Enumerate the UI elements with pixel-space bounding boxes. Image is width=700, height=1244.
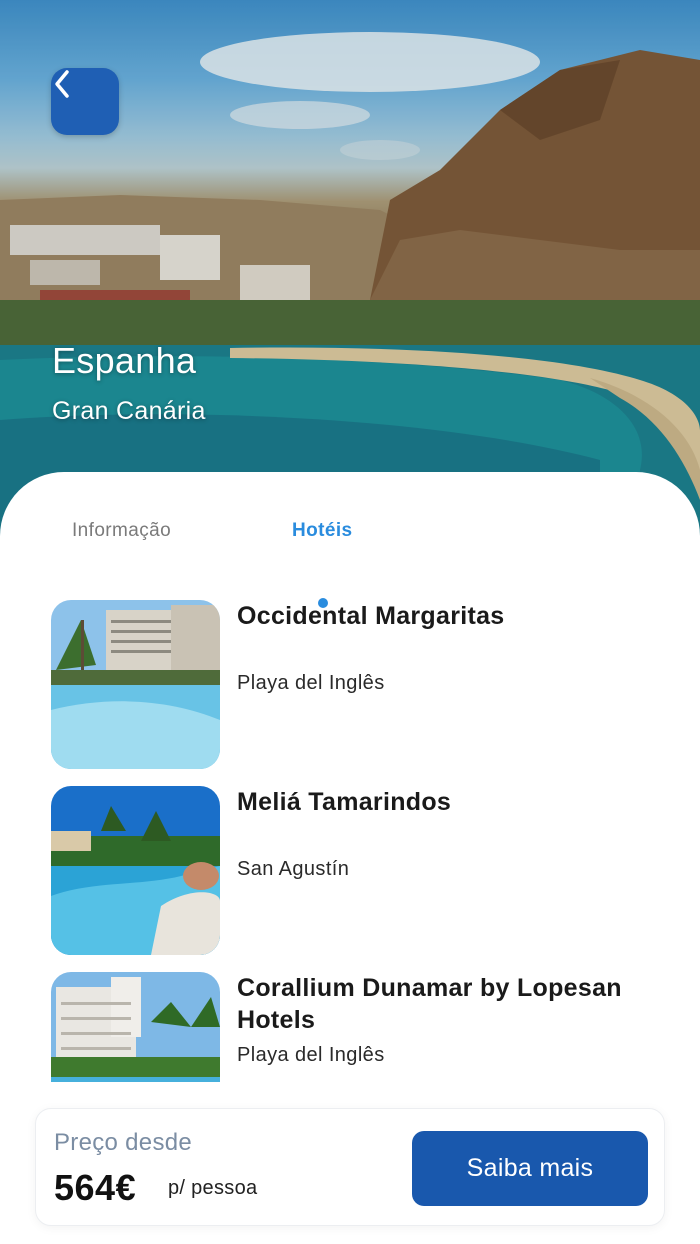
saiba-mais-button[interactable]: Saiba mais — [412, 1131, 648, 1206]
tab-bar: Informação Hotéis — [0, 520, 700, 608]
hotel-name: Corallium Dunamar by Lopesan Hotels — [237, 974, 622, 1034]
hotel-location: San Agustín — [237, 858, 350, 880]
hotel-location: Playa del Inglês — [237, 672, 385, 694]
price-unit: p/ pessoa — [168, 1177, 258, 1199]
back-button[interactable] — [51, 68, 119, 135]
chevron-left-icon — [55, 70, 69, 98]
price-bar: Preço desde 564€ p/ pessoa Saiba mais — [35, 1108, 665, 1226]
hotel-card[interactable]: Meliá Tamarindos San Agustín — [51, 786, 671, 956]
hotel-name: Occidental Margaritas — [237, 602, 505, 630]
tab-hoteis[interactable]: Hotéis — [292, 520, 352, 542]
hotel-thumbnail — [51, 600, 220, 769]
hotel-location: Playa del Inglês — [237, 1044, 385, 1066]
tab-informacao[interactable]: Informação — [72, 520, 171, 542]
hotel-card[interactable]: Corallium Dunamar by Lopesan Hotels Play… — [51, 972, 671, 1082]
hotel-thumbnail — [51, 786, 220, 955]
price-value: 564€ — [54, 1167, 137, 1208]
hotel-card[interactable]: Occidental Margaritas Playa del Inglês — [51, 600, 671, 770]
hotel-list: Occidental Margaritas Playa del Inglês M… — [0, 600, 700, 1082]
price-label: Preço desde — [54, 1129, 193, 1156]
hotel-name: Meliá Tamarindos — [237, 788, 452, 816]
hotel-thumbnail — [51, 972, 220, 1082]
region-subtitle: Gran Canária — [52, 397, 206, 425]
country-title: Espanha — [52, 340, 197, 381]
